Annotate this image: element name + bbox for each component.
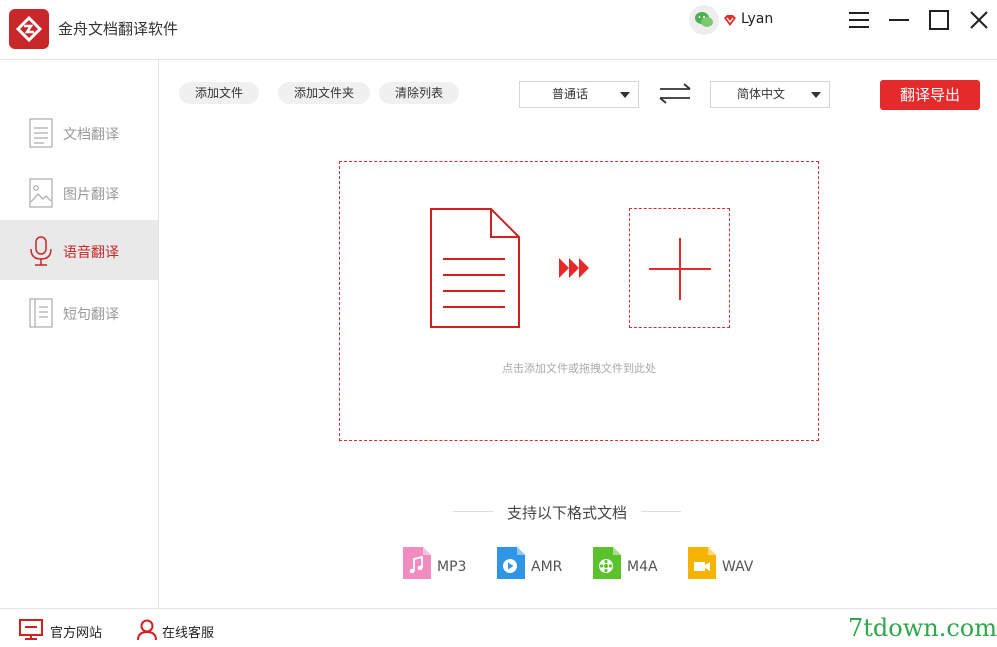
app-logo — [9, 9, 49, 49]
close-icon[interactable] — [967, 8, 991, 32]
menu-icon[interactable] — [847, 8, 871, 32]
title-bar: 金舟文档翻译软件 Lyan — [0, 0, 997, 60]
format-label: AMR — [531, 559, 563, 575]
mp3-file-icon — [403, 547, 431, 583]
minimize-icon[interactable] — [887, 8, 911, 32]
sidebar-item-label: 文档翻译 — [63, 127, 119, 143]
add-file-button[interactable]: 添加文件 — [179, 82, 260, 104]
online-support-link[interactable]: 在线客服 — [136, 619, 226, 641]
sidebar-item-document[interactable]: 文档翻译 — [0, 102, 158, 162]
sidebar-item-label: 短句翻译 — [63, 307, 119, 323]
drop-hint-text: 点击添加文件或拖拽文件到此处 — [502, 362, 656, 375]
supported-formats-heading: 支持以下格式文档 — [453, 502, 681, 522]
triple-arrow-icon — [558, 257, 592, 283]
chevron-down-icon — [811, 92, 821, 98]
sidebar-item-sentence[interactable]: 短句翻译 — [0, 282, 158, 342]
m4a-file-icon — [593, 547, 621, 583]
vip-diamond-icon — [723, 12, 737, 31]
translate-export-button[interactable]: 翻译导出 — [880, 80, 980, 110]
official-website-label: 官方网站 — [50, 626, 103, 641]
source-language-value: 普通话 — [551, 87, 588, 101]
swap-languages-icon[interactable] — [658, 83, 692, 109]
format-label: WAV — [722, 559, 754, 575]
source-language-select[interactable]: 普通话 — [519, 81, 639, 108]
microphone-icon — [28, 236, 54, 266]
sidebar-item-image[interactable]: 图片翻译 — [0, 162, 158, 222]
chevron-down-icon — [620, 92, 630, 98]
sidebar-item-voice[interactable]: 语音翻译 — [0, 220, 158, 280]
add-folder-button[interactable]: 添加文件夹 — [278, 82, 371, 104]
supported-formats-title: 支持以下格式文档 — [506, 504, 627, 522]
target-language-select[interactable]: 简体中文 — [710, 81, 830, 108]
official-website-link[interactable]: 官方网站 — [19, 619, 109, 641]
document-icon — [28, 118, 54, 148]
target-language-value: 简体中文 — [736, 87, 785, 101]
app-title: 金舟文档翻译软件 — [58, 20, 179, 38]
amr-file-icon — [497, 547, 525, 583]
document-icon — [429, 207, 521, 333]
file-drop-zone[interactable]: 点击添加文件或拖拽文件到此处 — [339, 161, 819, 441]
wechat-icon[interactable] — [689, 5, 719, 35]
add-file-plus-button[interactable] — [629, 208, 730, 328]
text-document-icon — [28, 298, 54, 328]
online-support-label: 在线客服 — [162, 626, 215, 641]
wav-file-icon — [688, 547, 716, 583]
user-service-icon — [136, 619, 158, 645]
sidebar-item-label: 图片翻译 — [63, 187, 119, 203]
format-label: M4A — [627, 559, 658, 575]
sidebar: 文档翻译 图片翻译 语音翻译 短句翻译 — [0, 60, 159, 608]
format-label: MP3 — [437, 559, 467, 575]
clear-list-button[interactable]: 清除列表 — [379, 82, 460, 104]
monitor-icon — [19, 619, 43, 645]
username[interactable]: Lyan — [741, 11, 773, 27]
plus-icon — [649, 238, 711, 300]
divider — [641, 511, 681, 512]
maximize-icon[interactable] — [927, 8, 951, 32]
image-icon — [28, 178, 54, 208]
sidebar-item-label: 语音翻译 — [63, 245, 119, 261]
watermark: 7tdown.com — [848, 614, 997, 642]
